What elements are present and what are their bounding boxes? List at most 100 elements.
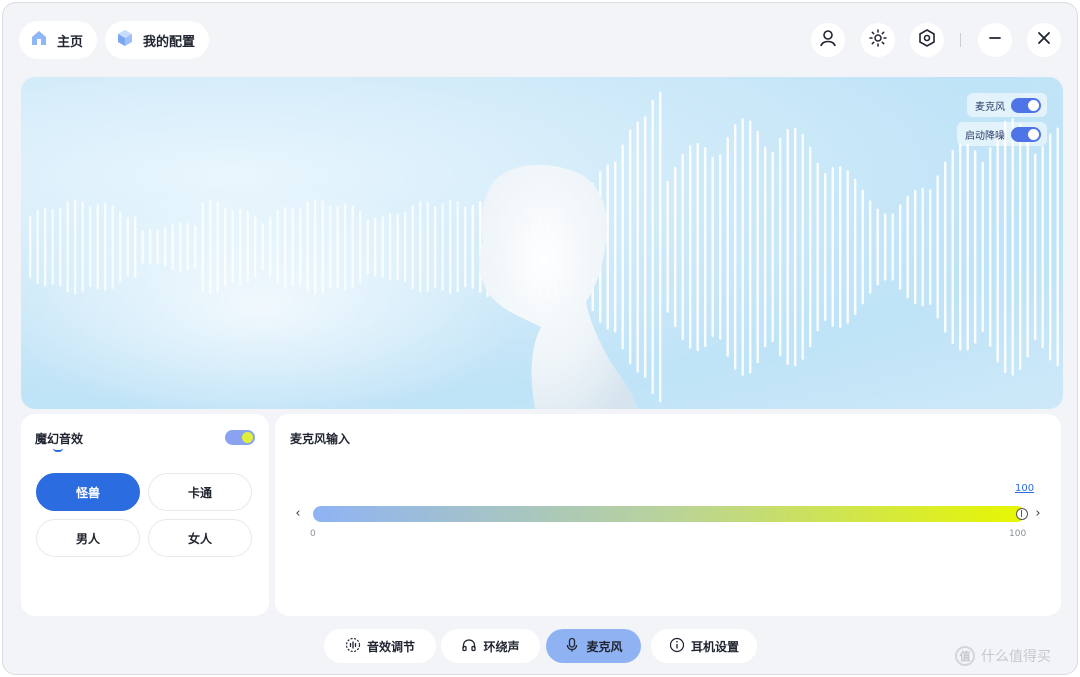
wave-bar <box>141 230 144 264</box>
slider-max-label: 100 <box>1009 529 1027 539</box>
mic-toggle-switch[interactable] <box>1011 97 1041 113</box>
watermark-text: 什么值得买 <box>981 649 1051 665</box>
wave-bar <box>126 217 129 277</box>
info-icon <box>669 637 685 656</box>
wave-bar <box>171 223 174 271</box>
noise-reduction-switch[interactable] <box>1011 126 1041 142</box>
increase-arrow-icon[interactable]: › <box>1031 506 1045 522</box>
tab-sound-effects[interactable]: 音效调节 <box>324 629 436 663</box>
effect-male-button[interactable]: 男人 <box>36 519 140 557</box>
noise-reduction-row: 启动降噪 <box>957 122 1047 146</box>
wave-bar <box>36 209 39 285</box>
wave-bar <box>156 229 159 265</box>
wave-bar <box>936 175 939 319</box>
wave-bar <box>479 201 482 293</box>
wave-bar <box>704 146 707 348</box>
wave-bar <box>389 213 392 281</box>
wave-bar <box>149 229 152 265</box>
wave-bar <box>81 201 84 293</box>
wave-bar <box>51 209 54 285</box>
decrease-arrow-icon[interactable]: ‹ <box>291 506 305 522</box>
settings-button[interactable] <box>910 23 944 57</box>
tab-microphone-label: 麦克风 <box>586 639 623 654</box>
wave-bar <box>29 215 32 279</box>
wave-bar <box>944 161 947 333</box>
mic-input-slider-thumb[interactable] <box>1016 508 1028 520</box>
wave-bar <box>134 215 137 279</box>
mic-toggle-label: 麦克风 <box>975 101 1005 113</box>
wave-bar <box>66 201 69 293</box>
wave-bar <box>921 187 924 307</box>
wave-bar <box>306 202 309 292</box>
wave-bar <box>801 134 804 360</box>
tab-surround[interactable]: 环绕声 <box>441 629 540 663</box>
wave-bar <box>224 207 227 287</box>
wave-bar <box>816 162 819 332</box>
wave-bar <box>179 222 182 272</box>
wave-bar <box>404 211 407 283</box>
tab-microphone[interactable]: 麦克风 <box>546 629 641 663</box>
wave-bar <box>606 164 609 330</box>
wave-bar <box>314 199 317 295</box>
close-button[interactable] <box>1027 23 1061 57</box>
minimize-button[interactable] <box>978 23 1012 57</box>
wave-bar <box>756 130 759 364</box>
wave-bar <box>299 208 302 286</box>
wave-bar <box>426 202 429 292</box>
wave-bar <box>291 207 294 287</box>
wave-bar <box>254 216 257 278</box>
my-config-button[interactable]: 我的配置 <box>105 21 210 59</box>
title-accent <box>53 448 63 452</box>
brightness-button[interactable] <box>861 23 895 57</box>
wave-bar <box>186 222 189 272</box>
app-window: 主页 我的配置 麦克风 启动降噪 魔幻音效 怪兽 卡通 男人 女人 麦克风输入 … <box>2 2 1078 675</box>
mic-input-slider-track[interactable] <box>313 506 1025 522</box>
wave-bar <box>681 153 684 341</box>
slider-min-label: 0 <box>310 529 316 539</box>
wave-bar <box>344 203 347 291</box>
effect-female-button[interactable]: 女人 <box>148 519 252 557</box>
wave-bar <box>104 202 107 292</box>
wave-bar <box>374 217 377 277</box>
effect-cartoon-button[interactable]: 卡通 <box>148 473 252 511</box>
wave-bar <box>1041 145 1044 349</box>
wave-bar <box>74 199 77 295</box>
wave-bar <box>674 166 677 328</box>
user-icon <box>818 28 838 52</box>
tab-sound-effects-label: 音效调节 <box>366 639 415 654</box>
wave-bar <box>749 120 752 374</box>
close-icon <box>1034 28 1054 52</box>
wave-bar <box>1026 136 1029 358</box>
voice-effects-switch[interactable] <box>225 430 255 445</box>
minimize-icon <box>985 28 1005 52</box>
wave-bar <box>1004 120 1007 374</box>
wave-bar <box>216 201 219 293</box>
wave-bar <box>119 211 122 283</box>
wave-bar <box>456 201 459 293</box>
wave-bar <box>471 204 474 290</box>
wave-bar <box>449 200 452 294</box>
wave-bar <box>201 201 204 293</box>
sun-icon <box>868 28 888 52</box>
my-config-label: 我的配置 <box>143 34 196 50</box>
wave-bar <box>1056 127 1059 367</box>
wave-bar <box>209 199 212 295</box>
home-button[interactable]: 主页 <box>19 21 98 59</box>
wave-bar <box>839 165 842 329</box>
hero-illustration <box>21 91 1059 409</box>
wave-bar <box>441 203 444 291</box>
account-button[interactable] <box>811 23 845 57</box>
watermark-logo-icon: 值 <box>955 646 975 666</box>
home-icon <box>29 28 49 52</box>
wave-bar <box>59 207 62 287</box>
wave-bar <box>899 204 902 290</box>
wave-bar <box>719 154 722 340</box>
effect-monster-button[interactable]: 怪兽 <box>36 473 140 511</box>
wave-bar <box>651 99 654 395</box>
hexagon-settings-icon <box>917 28 937 52</box>
divider <box>960 33 961 47</box>
wave-bar <box>261 223 264 271</box>
wave-bar <box>951 149 954 345</box>
tab-headphone-settings[interactable]: 耳机设置 <box>651 629 757 663</box>
wave-bar <box>284 206 287 288</box>
